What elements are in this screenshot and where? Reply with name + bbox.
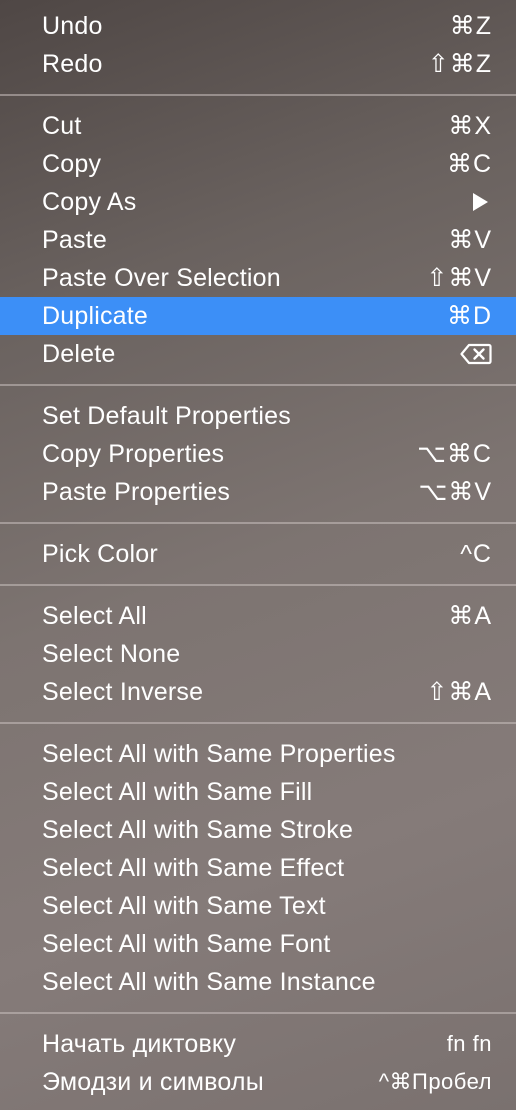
menu-item-label: Select None (42, 639, 181, 668)
menu-item-copy-as[interactable]: Copy As (0, 183, 516, 221)
menu-item-label: Paste Properties (42, 477, 231, 506)
menu-separator (0, 711, 516, 735)
menu-item-label: Copy As (42, 187, 137, 216)
delete-key-icon (460, 343, 492, 365)
menu-item-shortcut: ^C (460, 539, 492, 568)
menu-separator (0, 573, 516, 597)
menu-item-delete[interactable]: Delete (0, 335, 516, 373)
menu-item-select-same-effect[interactable]: Select All with Same Effect (0, 849, 516, 887)
menu-item-label: Select Inverse (42, 677, 204, 706)
menu-item-shortcut: ⇧⌘A (426, 678, 492, 706)
menu-item-label: Paste Over Selection (42, 263, 281, 292)
menu-item-label: Copy Properties (42, 439, 225, 468)
menu-item-label: Select All with Same Instance (42, 967, 376, 996)
menu-item-label: Select All with Same Properties (42, 739, 396, 768)
menu-item-cut[interactable]: Cut ⌘X (0, 107, 516, 145)
menu-item-label: Delete (42, 339, 116, 368)
menu-item-select-same-stroke[interactable]: Select All with Same Stroke (0, 811, 516, 849)
menu-item-select-same-instance[interactable]: Select All with Same Instance (0, 963, 516, 1001)
menu-item-label: Эмодзи и символы (42, 1067, 264, 1096)
menu-item-duplicate[interactable]: Duplicate ⌘D (0, 297, 516, 335)
menu-item-shortcut (460, 343, 492, 365)
menu-item-label: Paste (42, 225, 107, 254)
menu-item-select-same-properties[interactable]: Select All with Same Properties (0, 735, 516, 773)
menu-item-select-same-font[interactable]: Select All with Same Font (0, 925, 516, 963)
menu-item-shortcut: ⌥⌘V (418, 478, 492, 506)
menu-item-shortcut: ⇧⌘Z (427, 50, 492, 78)
menu-item-redo[interactable]: Redo ⇧⌘Z (0, 45, 516, 83)
menu-item-select-inverse[interactable]: Select Inverse ⇧⌘A (0, 673, 516, 711)
menu-item-label: Select All with Same Stroke (42, 815, 354, 844)
menu-item-paste-over-selection[interactable]: Paste Over Selection ⇧⌘V (0, 259, 516, 297)
menu-item-label: Pick Color (42, 539, 158, 568)
menu-item-shortcut: ⌘X (448, 112, 492, 140)
menu-item-shortcut: ⌘Z (449, 12, 492, 40)
menu-item-select-all[interactable]: Select All ⌘A (0, 597, 516, 635)
menu-item-label: Select All with Same Effect (42, 853, 345, 882)
menu-item-copy[interactable]: Copy ⌘C (0, 145, 516, 183)
menu-item-select-same-text[interactable]: Select All with Same Text (0, 887, 516, 925)
menu-item-shortcut: ⌘A (448, 602, 492, 630)
menu-item-select-same-fill[interactable]: Select All with Same Fill (0, 773, 516, 811)
menu-item-emoji-symbols[interactable]: Эмодзи и символы ^⌘Пробел (0, 1063, 516, 1101)
menu-item-shortcut: ⌘C (446, 150, 492, 178)
menu-item-shortcut: fn fn (446, 1031, 492, 1056)
menu-item-label: Select All with Same Fill (42, 777, 313, 806)
menu-item-shortcut: ⌘V (448, 226, 492, 254)
menu-item-label: Начать диктовку (42, 1029, 237, 1058)
menu-separator (0, 1001, 516, 1025)
menu-separator (0, 511, 516, 535)
menu-item-paste-properties[interactable]: Paste Properties ⌥⌘V (0, 473, 516, 511)
menu-item-label: Copy (42, 149, 102, 178)
menu-item-label: Cut (42, 111, 82, 140)
menu-item-start-dictation[interactable]: Начать диктовку fn fn (0, 1025, 516, 1063)
menu-separator (0, 83, 516, 107)
menu-item-shortcut: ^⌘Пробел (378, 1069, 492, 1094)
menu-item-label: Select All with Same Font (42, 929, 331, 958)
menu-item-shortcut: ⌘D (446, 302, 492, 330)
menu-item-label: Select All with Same Text (42, 891, 326, 920)
menu-item-paste[interactable]: Paste ⌘V (0, 221, 516, 259)
menu-item-label: Set Default Properties (42, 401, 291, 430)
menu-item-shortcut (473, 193, 492, 211)
menu-item-label: Undo (42, 11, 103, 40)
menu-item-shortcut: ⇧⌘V (426, 264, 492, 292)
menu-item-shortcut: ⌥⌘C (417, 440, 492, 468)
menu-item-label: Select All (42, 601, 147, 630)
menu-item-label: Redo (42, 49, 103, 78)
menu-separator (0, 373, 516, 397)
menu-item-select-none[interactable]: Select None (0, 635, 516, 673)
menu-item-copy-properties[interactable]: Copy Properties ⌥⌘C (0, 435, 516, 473)
menu-item-set-default-properties[interactable]: Set Default Properties (0, 397, 516, 435)
menu-item-label: Duplicate (42, 301, 149, 330)
menu-item-pick-color[interactable]: Pick Color ^C (0, 535, 516, 573)
edit-context-menu: Undo ⌘Z Redo ⇧⌘Z Cut ⌘X Copy ⌘C Copy As … (0, 0, 516, 1110)
submenu-arrow-icon (473, 193, 488, 211)
menu-item-undo[interactable]: Undo ⌘Z (0, 7, 516, 45)
